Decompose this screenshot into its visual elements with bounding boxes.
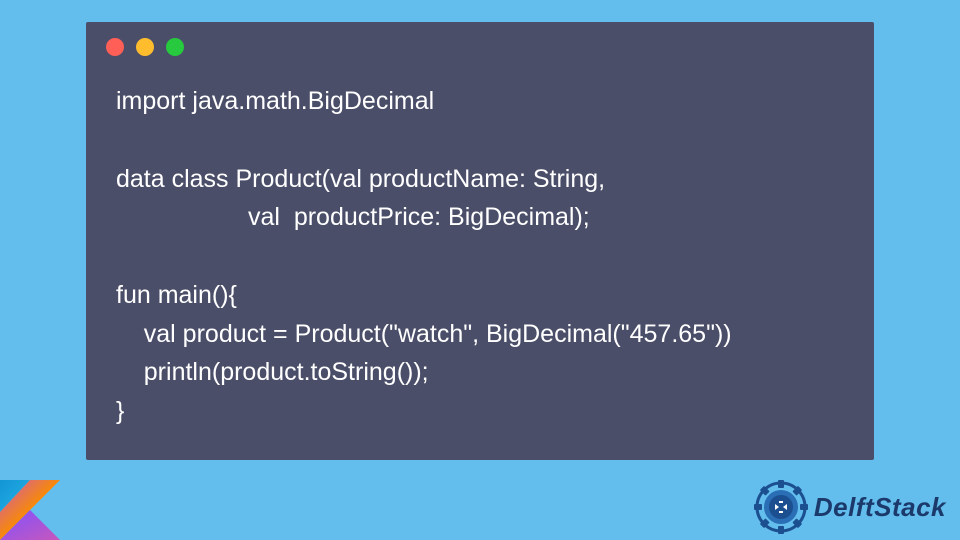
code-window: import java.math.BigDecimal data class P…: [86, 22, 874, 460]
close-icon: [106, 38, 124, 56]
brand: DelftStack: [754, 480, 946, 534]
brand-name: DelftStack: [814, 492, 946, 523]
minimize-icon: [136, 38, 154, 56]
window-controls: [106, 38, 184, 56]
zoom-icon: [166, 38, 184, 56]
brand-gear-icon: [754, 480, 808, 534]
kotlin-logo-icon: [0, 480, 60, 540]
code-block: import java.math.BigDecimal data class P…: [116, 82, 844, 431]
